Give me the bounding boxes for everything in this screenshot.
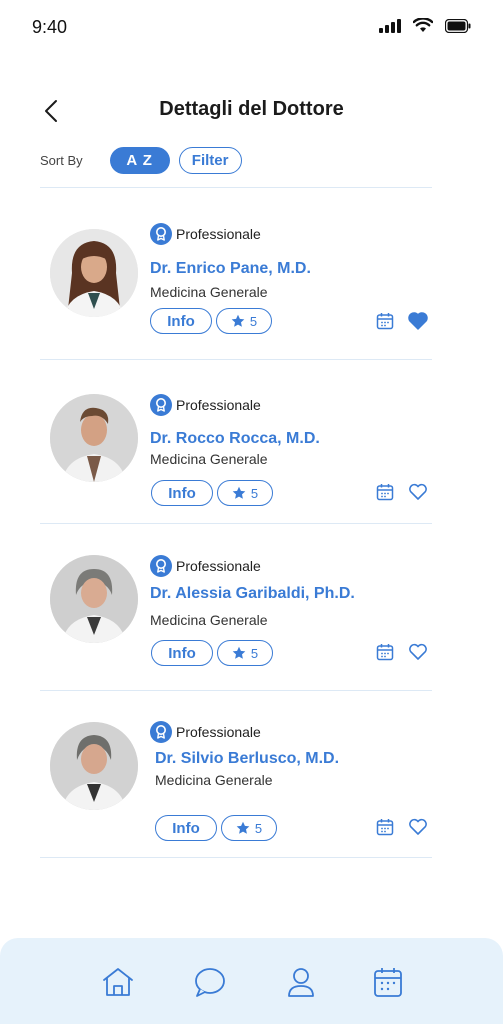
doctor-name: Dr. Silvio Berlusco, M.D. <box>155 750 340 767</box>
divider <box>40 187 432 188</box>
doctor-card[interactable]: Professionale Dr. Enrico Pane, M.D. Medi… <box>40 200 435 360</box>
award-icon <box>150 223 172 245</box>
doctor-avatar <box>50 555 138 643</box>
doctor-specialty: Medicina Generale <box>150 612 268 628</box>
sort-row: Sort By A Z Filter <box>40 146 242 174</box>
badge-row: Professionale <box>150 555 261 577</box>
divider <box>40 359 432 360</box>
doctor-specialty: Medicina Generale <box>150 284 268 300</box>
badge-label: Professionale <box>176 558 261 574</box>
badge-row: Professionale <box>150 721 261 743</box>
badge-label: Professionale <box>176 397 261 413</box>
rating-badge[interactable]: 5 <box>217 640 273 666</box>
battery-icon <box>445 18 471 33</box>
info-button[interactable]: Info <box>151 480 213 506</box>
nav-home[interactable] <box>101 965 135 999</box>
sort-az-button[interactable]: A Z <box>109 146 170 174</box>
heart-icon[interactable] <box>408 818 428 836</box>
doctor-card[interactable]: Professionale Dr. Silvio Berlusco, M.D. … <box>40 705 435 865</box>
status-icons <box>379 18 471 33</box>
rating-badge[interactable]: 5 <box>216 308 272 334</box>
heart-filled-icon[interactable] <box>408 312 428 330</box>
rating-value: 5 <box>249 313 258 329</box>
header: Dettagli del Dottore <box>0 92 503 132</box>
info-button[interactable]: Info <box>150 308 212 334</box>
rating-badge[interactable]: 5 <box>221 815 277 841</box>
home-icon <box>103 968 133 996</box>
divider <box>40 523 432 524</box>
calendar-icon[interactable] <box>376 643 394 661</box>
star-icon <box>232 646 246 659</box>
divider <box>40 857 432 858</box>
calendar-icon <box>374 968 402 997</box>
rating-value: 5 <box>250 485 259 501</box>
heart-icon[interactable] <box>408 643 428 661</box>
doctor-card[interactable]: Professionale Dr. Alessia Garibaldi, Ph.… <box>40 540 435 700</box>
award-icon <box>150 555 172 577</box>
rating-value: 5 <box>250 645 259 661</box>
doctor-name: Dr. Rocco Rocca, M.D. <box>150 430 320 447</box>
doctor-name: Dr. Enrico Pane, M.D. <box>150 260 311 277</box>
doctor-card[interactable]: Professionale Dr. Rocco Rocca, M.D. Medi… <box>40 370 435 530</box>
divider <box>40 690 432 691</box>
calendar-icon[interactable] <box>376 483 394 501</box>
award-icon <box>150 394 172 416</box>
sort-label: Sort By <box>40 152 83 168</box>
award-icon <box>150 721 172 743</box>
doctor-name: Dr. Alessia Garibaldi, Ph.D. <box>150 585 355 602</box>
doctor-avatar <box>50 394 138 482</box>
doctor-specialty: Medicina Generale <box>150 451 268 467</box>
wifi-icon <box>413 18 433 32</box>
nav-profile[interactable] <box>284 965 318 999</box>
nav-calendar[interactable] <box>371 965 405 999</box>
heart-icon[interactable] <box>408 483 428 501</box>
status-time: 9:40 <box>32 17 68 37</box>
profile-icon <box>288 968 314 997</box>
calendar-icon[interactable] <box>376 312 394 330</box>
calendar-icon[interactable] <box>376 818 394 836</box>
star-icon <box>236 821 250 834</box>
star-icon <box>231 314 245 327</box>
status-bar: 9:40 <box>0 0 503 56</box>
signal-icon <box>379 18 401 33</box>
nav-chat[interactable] <box>193 965 227 999</box>
doctor-avatar <box>50 722 138 810</box>
doctor-specialty: Medicina Generale <box>155 772 273 788</box>
info-button[interactable]: Info <box>151 640 213 666</box>
chat-icon <box>195 968 225 997</box>
star-icon <box>232 486 246 499</box>
badge-label: Professionale <box>176 226 261 242</box>
doctor-avatar <box>50 229 138 317</box>
page-title: Dettagli del Dottore <box>159 98 344 120</box>
rating-value: 5 <box>254 820 263 836</box>
rating-badge[interactable]: 5 <box>217 480 273 506</box>
badge-row: Professionale <box>150 394 261 416</box>
filter-button[interactable]: Filter <box>178 146 242 174</box>
bottom-nav <box>0 938 503 1024</box>
info-button[interactable]: Info <box>155 815 217 841</box>
badge-row: Professionale <box>150 223 261 245</box>
badge-label: Professionale <box>176 724 261 740</box>
